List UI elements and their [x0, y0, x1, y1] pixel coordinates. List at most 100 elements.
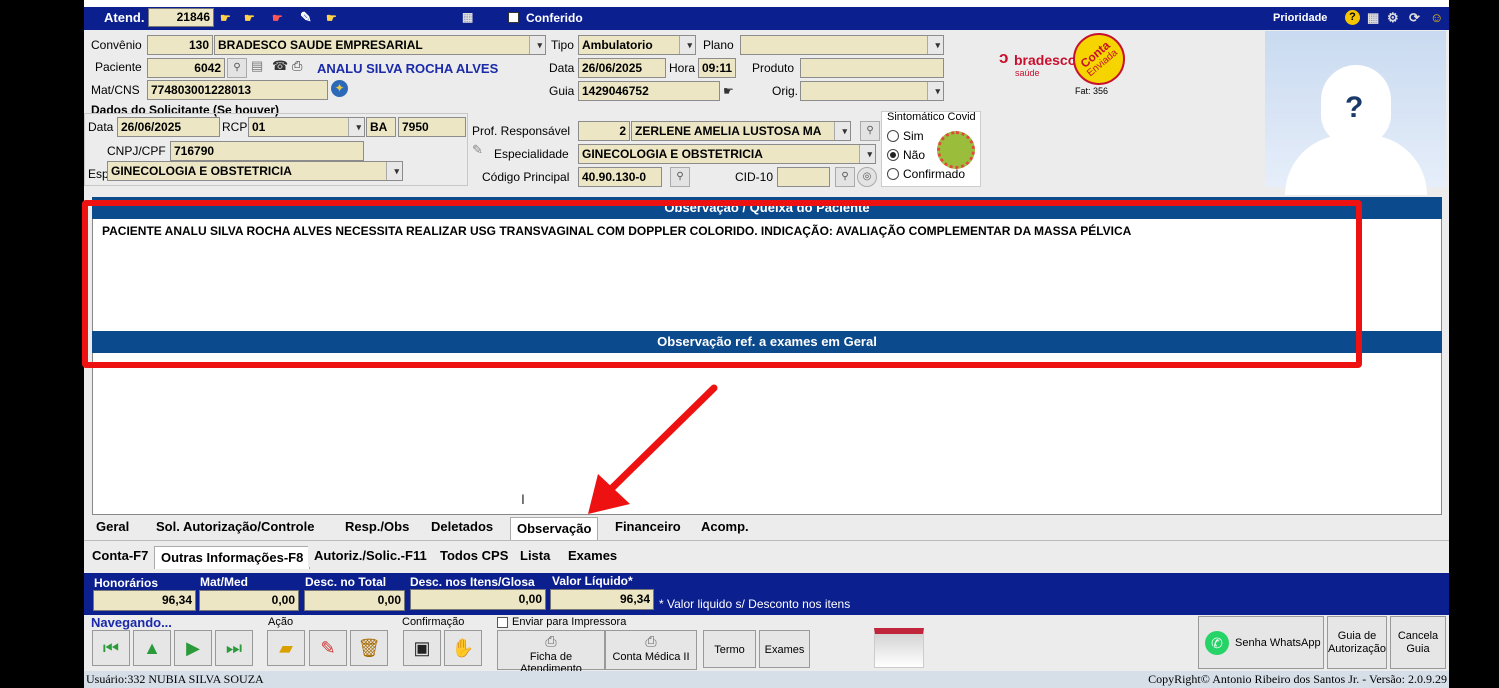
prioridade-label: Prioridade: [1273, 12, 1328, 24]
help-icon[interactable]: ?: [1345, 10, 1360, 25]
search-icon[interactable]: ⚲: [860, 121, 880, 141]
tab-conta-f7[interactable]: Conta-F7: [86, 545, 155, 567]
codigo-label: Código Principal: [482, 170, 570, 184]
first-record-button[interactable]: ⏮: [92, 630, 130, 666]
cancela-guia-button[interactable]: Cancela Guia: [1390, 616, 1446, 669]
tipo-select[interactable]: Ambulatorio ▾: [578, 35, 696, 55]
guia-field[interactable]: 1429046752: [578, 81, 720, 101]
especialidade-select[interactable]: GINECOLOGIA E OBSTETRICIA ▾: [578, 144, 876, 164]
question-icon: ?: [1345, 91, 1364, 124]
save-button[interactable]: ▣: [403, 630, 441, 666]
tab-resp-obs[interactable]: Resp./Obs: [339, 516, 416, 538]
tab-autoriz-solic[interactable]: Autoriz./Solic.-F11: [308, 545, 433, 567]
conferido-checkbox[interactable]: [508, 12, 519, 23]
termo-button[interactable]: Termo: [703, 630, 756, 668]
chevron-down-icon: ▾: [935, 40, 940, 50]
plano-select[interactable]: ▾: [740, 35, 944, 55]
tab-geral[interactable]: Geral: [90, 516, 136, 538]
pointer-hand-icon[interactable]: ☛: [244, 11, 255, 25]
title-strip: [84, 0, 1449, 7]
up-arrow-icon: ▲: [143, 637, 161, 658]
convenio-select[interactable]: BRADESCO SAUDE EMPRESARIAL ▾: [214, 35, 546, 55]
covid-confirmado-radio[interactable]: [887, 168, 899, 180]
tab-observacao[interactable]: Observação: [510, 517, 599, 540]
new-button[interactable]: ▰: [267, 630, 305, 666]
whatsapp-label: Senha WhatsApp: [1235, 636, 1321, 649]
prof-code-field[interactable]: 2: [578, 121, 630, 141]
pointer-hand-icon[interactable]: ☛: [723, 84, 734, 98]
hora-field[interactable]: 09:11: [698, 58, 736, 78]
orig-select[interactable]: ▾: [800, 81, 944, 101]
guia-aut-label: Guia de Autorização: [1327, 629, 1387, 655]
matcns-field[interactable]: 774803001228013: [147, 80, 328, 100]
tab-todos-cps[interactable]: Todos CPS: [434, 545, 515, 567]
covid-sim-radio[interactable]: [887, 130, 899, 142]
tab-exames[interactable]: Exames: [562, 545, 624, 567]
document-icon[interactable]: ▤: [251, 58, 263, 74]
pointer-hand-icon[interactable]: ☛: [220, 11, 231, 25]
label-printer-icon[interactable]: [874, 628, 924, 668]
solicitante-esp-select[interactable]: GINECOLOGIA E OBSTETRICIA ▾: [107, 161, 403, 181]
codigo-field[interactable]: 40.90.130-0: [578, 167, 662, 187]
atend-field[interactable]: 21846: [148, 8, 214, 27]
last-record-button[interactable]: ⏭: [215, 630, 253, 666]
calculator-icon[interactable]: ▦: [462, 10, 473, 24]
search-icon[interactable]: ⚲: [670, 167, 690, 187]
cnpj-label: CNPJ/CPF: [107, 144, 166, 158]
patient-photo[interactable]: ?: [1265, 31, 1446, 195]
next-record-button[interactable]: ▶: [174, 630, 212, 666]
desc-itens-label: Desc. nos Itens/Glosa: [410, 575, 535, 589]
calendar-icon[interactable]: ▦: [1367, 10, 1379, 26]
phone-icon[interactable]: ☎: [272, 58, 288, 74]
chevron-down-icon: ▾: [935, 86, 940, 96]
edit-document-icon[interactable]: ✎: [300, 9, 312, 26]
conta-medica-button[interactable]: ⎙ Conta Médica II: [605, 630, 697, 670]
delete-button[interactable]: 🗑: [350, 630, 388, 666]
tab-sol-autorizacao[interactable]: Sol. Autorização/Controle: [150, 516, 321, 538]
pointer-hand-icon[interactable]: ☛: [272, 11, 283, 25]
crm-number-field[interactable]: 7950: [398, 117, 466, 137]
exames-button[interactable]: Exames: [759, 630, 810, 668]
senha-whatsapp-button[interactable]: ✆ Senha WhatsApp: [1198, 616, 1324, 669]
especialidade-label: Especialidade: [494, 147, 569, 161]
settings-icon[interactable]: ⚙: [1387, 10, 1399, 26]
tab-deletados[interactable]: Deletados: [425, 516, 500, 538]
cancel-button[interactable]: ✋: [444, 630, 482, 666]
ficha-atendimento-button[interactable]: ⎙ Ficha de Atendimento: [497, 630, 605, 675]
guia-autorizacao-button[interactable]: Guia de Autorização: [1327, 616, 1387, 669]
bradesco-sub: saúde: [1015, 68, 1040, 78]
pointer-hand-icon[interactable]: ☛: [326, 11, 337, 25]
edit-button[interactable]: ✎: [309, 630, 347, 666]
paciente-code-field[interactable]: 6042: [147, 58, 225, 78]
tab-outras-informacoes[interactable]: Outras Informações-F8: [154, 546, 311, 569]
covid-nao-radio[interactable]: [887, 149, 899, 161]
solicitante-data-field[interactable]: 26/06/2025: [117, 117, 220, 137]
rcp-select[interactable]: 01 ▾: [248, 117, 365, 137]
user-icon[interactable]: ☺: [1430, 10, 1443, 25]
printer-icon: ⎙: [645, 633, 657, 649]
pen-icon[interactable]: ✎: [472, 142, 483, 158]
cid-field[interactable]: [777, 167, 830, 187]
target-icon[interactable]: ◎: [857, 167, 877, 187]
produto-field[interactable]: [800, 58, 944, 78]
prof-select[interactable]: ZERLENE AMELIA LUSTOSA MA ▾: [631, 121, 851, 141]
desc-total-value: 0,00: [304, 590, 405, 611]
conta-label: Conta Médica II: [612, 651, 690, 663]
cnpj-field[interactable]: 716790: [170, 141, 364, 161]
convenio-code-field[interactable]: 130: [147, 35, 213, 55]
search-icon[interactable]: ⚲: [835, 167, 855, 187]
uf-field[interactable]: BA: [366, 117, 396, 137]
search-icon[interactable]: ⚲: [227, 58, 247, 78]
obs-exames-textarea[interactable]: [93, 354, 1441, 514]
top-toolbar: Atend. 21846 ☛ ☛ ☛ ✎ ☛ ▦ Conferido Prior…: [84, 7, 1449, 30]
prev-record-button[interactable]: ▲: [133, 630, 171, 666]
enviar-impressora-checkbox[interactable]: [497, 617, 508, 628]
tipo-value: Ambulatorio: [582, 38, 653, 52]
globe-icon[interactable]: ✦: [331, 80, 348, 97]
refresh-icon[interactable]: ⟳: [1409, 10, 1420, 26]
data-field[interactable]: 26/06/2025: [578, 58, 666, 78]
solicitante-esp-value: GINECOLOGIA E OBSTETRICIA: [111, 164, 292, 178]
print-icon[interactable]: ⎙: [292, 58, 302, 74]
cid-label: CID-10: [735, 170, 774, 184]
tab-lista[interactable]: Lista: [514, 545, 557, 567]
